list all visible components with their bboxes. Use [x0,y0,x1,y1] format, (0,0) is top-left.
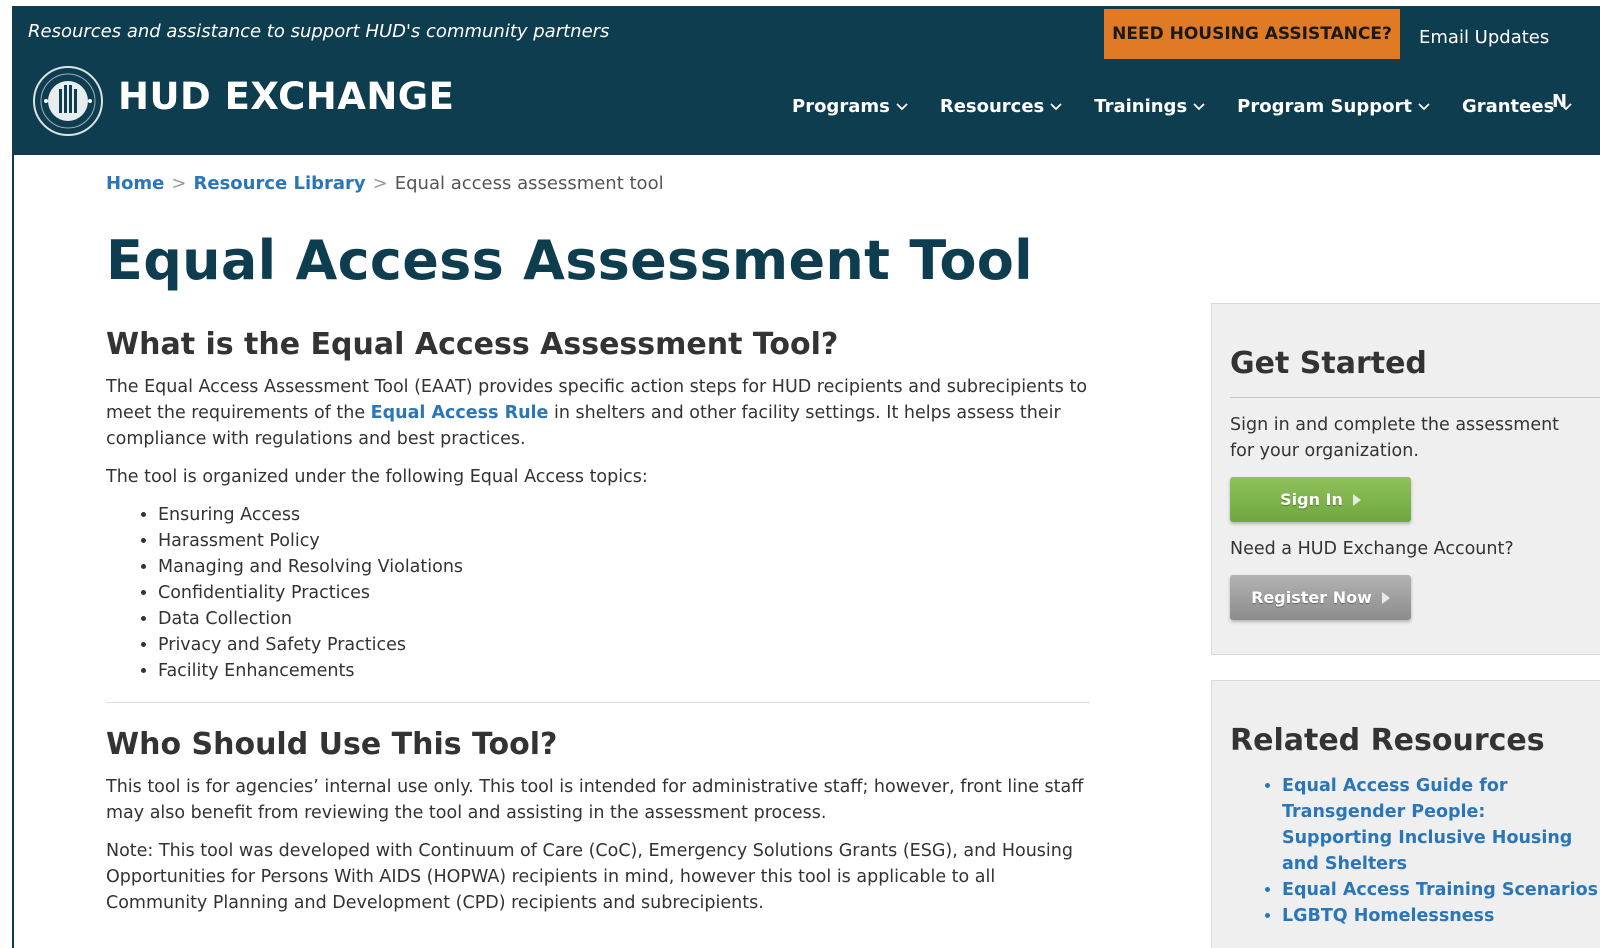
breadcrumb-resource-library[interactable]: Resource Library [194,173,366,194]
related-resources-list: Equal Access Guide for Transgender Peopl… [1230,773,1598,929]
nav-label: Resources [939,95,1045,117]
need-housing-assistance-button[interactable]: NEED HOUSING ASSISTANCE? [1104,9,1400,59]
list-item: Equal Access Training Scenarios [1282,877,1598,903]
play-arrow-icon [1352,493,1361,506]
site-logo-text[interactable]: HUD EXCHANGE [118,75,454,118]
breadcrumb-separator: > [171,173,187,194]
note-paragraph: Note: This tool was developed with Conti… [106,841,1073,913]
section-divider [106,702,1090,703]
nav-program-support[interactable]: Program Support [1237,91,1430,121]
chevron-down-icon [1050,103,1062,111]
list-item: Harassment Policy [158,528,1090,554]
get-started-text: Sign in and complete the assessment for … [1230,415,1560,461]
nav-overflow-item[interactable]: N [1552,91,1567,112]
topics-intro: The tool is organized under the followin… [106,467,648,487]
nav-trainings[interactable]: Trainings [1094,91,1205,121]
card-divider [1230,397,1600,398]
related-resource-link[interactable]: Equal Access Guide for Transgender Peopl… [1282,776,1572,874]
play-arrow-icon [1381,591,1390,604]
intro-paragraph: The Equal Access Assessment Tool (EAAT) … [106,374,1090,452]
list-item: Equal Access Guide for Transgender Peopl… [1282,773,1582,877]
equal-access-rule-link[interactable]: Equal Access Rule [371,403,549,423]
page-title: Equal Access Assessment Tool [106,229,1033,292]
related-resource-link[interactable]: LGBTQ Homelessness [1282,906,1494,926]
list-item: Facility Enhancements [158,658,1090,684]
register-now-label: Register Now [1251,588,1372,607]
list-item: Confidentiality Practices [158,580,1090,606]
sign-in-button[interactable]: Sign In [1230,477,1411,522]
get-started-card: Get Started Sign in and complete the ass… [1211,303,1600,655]
list-item: LGBTQ Homelessness [1282,903,1582,929]
breadcrumb: Home > Resource Library > Equal access asses… [106,173,664,194]
breadcrumb-separator: > [372,173,388,194]
related-resources-heading: Related Resources [1230,723,1545,758]
chevron-down-icon [1418,103,1430,111]
need-account-text: Need a HUD Exchange Account? [1230,539,1514,559]
header-tagline: Resources and assistance to support HUD'… [28,21,610,42]
main-nav: Programs Resources Trainings Program Sup… [792,91,1600,121]
page: Resources and assistance to support HUD'… [12,6,1600,948]
nav-label: Program Support [1237,95,1412,117]
chevron-down-icon [1193,103,1205,111]
list-item: Privacy and Safety Practices [158,632,1090,658]
audience-paragraph: This tool is for agencies’ internal use … [106,777,1084,823]
hud-seal-icon[interactable] [32,65,104,137]
nav-label: Trainings [1094,95,1188,117]
nav-resources[interactable]: Resources [940,91,1062,121]
nav-label: Programs [792,95,890,117]
section-heading-what-is: What is the Equal Access Assessment Tool… [106,327,839,362]
list-item: Ensuring Access [158,502,1090,528]
nav-label: Grantees [1461,95,1555,117]
list-item: Data Collection [158,606,1090,632]
main-content: What is the Equal Access Assessment Tool… [106,327,1090,928]
sign-in-label: Sign In [1280,490,1343,509]
related-resources-card: Related Resources Equal Access Guide for… [1211,680,1600,948]
section-heading-who-should-use: Who Should Use This Tool? [106,727,558,762]
register-now-button[interactable]: Register Now [1230,575,1411,620]
nav-programs[interactable]: Programs [792,91,908,121]
breadcrumb-current: Equal access assessment tool [394,173,664,194]
topics-list: Ensuring Access Harassment Policy Managi… [106,502,1090,684]
related-resource-link[interactable]: Equal Access Training Scenarios [1282,880,1598,900]
chevron-down-icon [896,103,908,111]
email-updates-link[interactable]: Email Updates [1419,27,1549,48]
list-item: Managing and Resolving Violations [158,554,1090,580]
get-started-heading: Get Started [1230,346,1427,381]
breadcrumb-home[interactable]: Home [106,173,164,194]
site-header: Resources and assistance to support HUD'… [14,7,1600,155]
